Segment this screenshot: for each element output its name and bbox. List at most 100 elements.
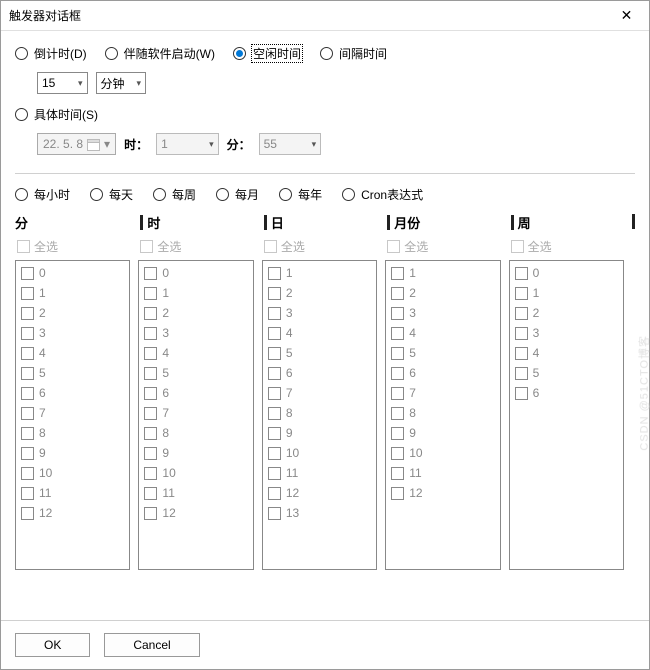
list-item-label: 11	[409, 466, 421, 480]
hour-select[interactable]: 1 ▾	[156, 133, 219, 155]
minute-select[interactable]: 55 ▾	[259, 133, 322, 155]
radio-countdown[interactable]: 倒计时(D)	[15, 45, 87, 62]
cancel-button[interactable]: Cancel	[104, 633, 199, 657]
radio-hourly[interactable]: 每小时	[15, 186, 70, 203]
list-item[interactable]: 11	[265, 463, 374, 483]
list-item[interactable]: 12	[18, 503, 127, 523]
list-item[interactable]: 5	[265, 343, 374, 363]
list-item[interactable]: 10	[388, 443, 497, 463]
list-item[interactable]: 9	[141, 443, 250, 463]
list-item[interactable]: 13	[265, 503, 374, 523]
radio-daily[interactable]: 每天	[90, 186, 133, 203]
select-all-minute[interactable]: 全选	[15, 238, 130, 255]
list-item[interactable]: 3	[265, 303, 374, 323]
close-button[interactable]: ✕	[604, 1, 649, 31]
list-item[interactable]: 11	[141, 483, 250, 503]
checkbox-icon	[144, 447, 157, 460]
list-item[interactable]: 0	[141, 263, 250, 283]
radio-weekly[interactable]: 每周	[153, 186, 196, 203]
list-item[interactable]: 0	[512, 263, 621, 283]
list-item[interactable]: 5	[141, 363, 250, 383]
list-item[interactable]: 1	[141, 283, 250, 303]
listbox-day[interactable]: 12345678910111213	[262, 260, 377, 570]
list-item[interactable]: 3	[388, 303, 497, 323]
list-item-label: 8	[286, 406, 293, 420]
list-item[interactable]: 0	[18, 263, 127, 283]
list-item[interactable]: 4	[141, 343, 250, 363]
list-item[interactable]: 2	[18, 303, 127, 323]
list-item[interactable]: 4	[388, 323, 497, 343]
listbox-minute[interactable]: 0123456789101112	[15, 260, 130, 570]
list-item[interactable]: 2	[388, 283, 497, 303]
list-item[interactable]: 1	[18, 283, 127, 303]
listbox-month[interactable]: 123456789101112	[385, 260, 500, 570]
list-item[interactable]: 1	[388, 263, 497, 283]
select-all-month[interactable]: 全选	[385, 238, 500, 255]
interval-unit-select[interactable]: 分钟 ▾	[96, 72, 147, 94]
list-item-label: 2	[533, 306, 540, 320]
list-item[interactable]: 12	[265, 483, 374, 503]
list-item[interactable]: 6	[388, 363, 497, 383]
list-item[interactable]: 2	[265, 283, 374, 303]
radio-monthly[interactable]: 每月	[216, 186, 259, 203]
list-item[interactable]: 5	[388, 343, 497, 363]
radio-cron[interactable]: Cron表达式	[342, 186, 423, 203]
column-header: 分	[15, 213, 130, 232]
checkbox-icon	[21, 327, 34, 340]
radio-label: 空闲时间	[252, 45, 302, 62]
list-item[interactable]: 11	[18, 483, 127, 503]
select-all-hour[interactable]: 全选	[138, 238, 253, 255]
list-item[interactable]: 3	[141, 323, 250, 343]
list-item[interactable]: 4	[18, 343, 127, 363]
radio-idle-time[interactable]: 空闲时间	[233, 45, 302, 62]
list-item[interactable]: 4	[265, 323, 374, 343]
list-item[interactable]: 8	[18, 423, 127, 443]
radio-interval-time[interactable]: 间隔时间	[320, 45, 387, 62]
list-item[interactable]: 7	[18, 403, 127, 423]
list-item[interactable]: 8	[265, 403, 374, 423]
radio-icon	[233, 47, 246, 60]
list-item[interactable]: 6	[512, 383, 621, 403]
list-item[interactable]: 10	[18, 463, 127, 483]
list-item[interactable]: 9	[18, 443, 127, 463]
list-item[interactable]: 9	[265, 423, 374, 443]
list-item[interactable]: 4	[512, 343, 621, 363]
list-item[interactable]: 3	[512, 323, 621, 343]
calendar-icon	[87, 138, 100, 151]
list-item[interactable]: 6	[141, 383, 250, 403]
list-item[interactable]: 8	[141, 423, 250, 443]
list-item[interactable]: 9	[388, 423, 497, 443]
list-item[interactable]: 2	[141, 303, 250, 323]
list-item[interactable]: 6	[265, 363, 374, 383]
listbox-hour[interactable]: 0123456789101112	[138, 260, 253, 570]
radio-yearly[interactable]: 每年	[279, 186, 322, 203]
list-item[interactable]: 10	[141, 463, 250, 483]
list-item[interactable]: 2	[512, 303, 621, 323]
list-item[interactable]: 5	[512, 363, 621, 383]
list-item[interactable]: 5	[18, 363, 127, 383]
chevron-down-icon: ▾	[104, 137, 110, 151]
list-item[interactable]: 6	[18, 383, 127, 403]
date-picker[interactable]: 22. 5. 8 ▾	[37, 133, 116, 155]
ok-button[interactable]: OK	[15, 633, 90, 657]
list-item[interactable]: 7	[141, 403, 250, 423]
list-item[interactable]: 12	[388, 483, 497, 503]
radio-with-software[interactable]: 伴随软件启动(W)	[105, 45, 215, 62]
checkbox-icon	[268, 267, 281, 280]
list-item[interactable]: 7	[388, 383, 497, 403]
list-item[interactable]: 1	[512, 283, 621, 303]
list-item[interactable]: 12	[141, 503, 250, 523]
list-item[interactable]: 10	[265, 443, 374, 463]
radio-specific-time[interactable]: 具体时间(S)	[15, 106, 98, 123]
list-item-label: 5	[409, 346, 416, 360]
select-all-day[interactable]: 全选	[262, 238, 377, 255]
list-item[interactable]: 8	[388, 403, 497, 423]
listbox-week[interactable]: 01 2 3456	[509, 260, 624, 570]
select-all-week[interactable]: 全选	[509, 238, 624, 255]
checkbox-icon	[144, 367, 157, 380]
list-item[interactable]: 1	[265, 263, 374, 283]
list-item[interactable]: 7	[265, 383, 374, 403]
list-item[interactable]: 3	[18, 323, 127, 343]
interval-value-select[interactable]: 15 ▾	[37, 72, 88, 94]
list-item[interactable]: 11	[388, 463, 497, 483]
